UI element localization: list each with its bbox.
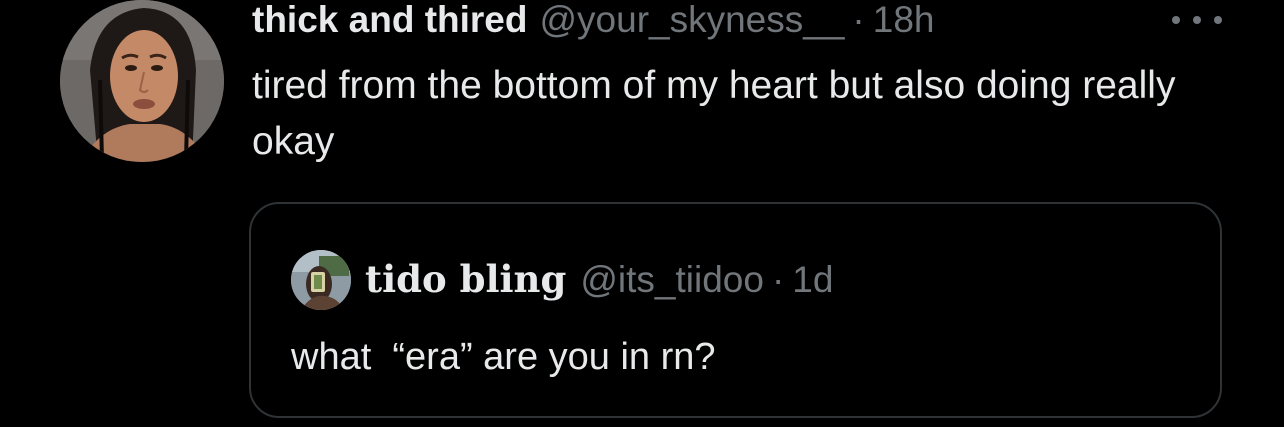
tweet-header: thick and thired @your_skyness__ · 18h (252, 0, 934, 44)
tweet-author-handle[interactable]: @your_skyness__ (539, 0, 844, 40)
quoted-author-avatar[interactable] (291, 250, 351, 310)
tweet-timestamp[interactable]: 18h (873, 0, 935, 40)
quoted-tweet-header: tido bling @its_tiidoo · 1d (365, 256, 833, 303)
avatar-photo (291, 250, 351, 310)
avatar-photo (60, 0, 224, 162)
tweet-author-avatar[interactable] (60, 0, 224, 162)
quoted-tweet-card[interactable]: tido bling @its_tiidoo · 1d what “era” a… (249, 202, 1222, 418)
header-separator: · (852, 0, 865, 40)
quoted-tweet-timestamp[interactable]: 1d (792, 257, 833, 303)
ellipsis-dot (1172, 16, 1180, 24)
quoted-tweet-text: what “era” are you in rn? (291, 336, 716, 378)
quoted-author-handle[interactable]: @its_tiidoo (580, 257, 764, 303)
ellipsis-dot (1214, 16, 1222, 24)
ellipsis-icon[interactable] (1172, 8, 1222, 32)
tweet-text: tired from the bottom of my heart but al… (252, 64, 1176, 163)
header-separator: · (771, 259, 785, 300)
ellipsis-dot (1193, 16, 1201, 24)
quoted-author-name[interactable]: tido bling (365, 256, 566, 302)
tweet-author-name[interactable]: thick and thired (252, 0, 527, 40)
